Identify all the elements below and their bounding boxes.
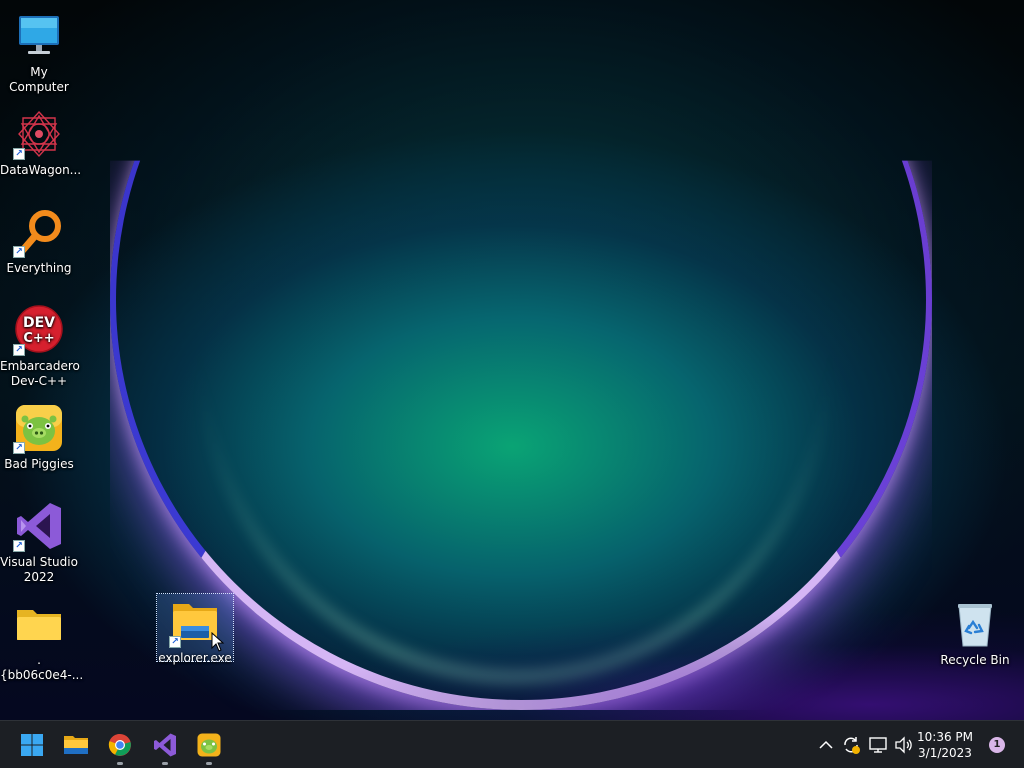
running-indicator [117,762,123,765]
taskbar-visual-studio[interactable] [145,725,185,765]
visual-studio-icon: ↗ [13,500,65,552]
desktop: My Computer ↗ DataWagon... ↗ Everything … [0,0,1024,720]
datawagon-icon: ↗ [13,108,65,160]
desktop-icon-folder[interactable]: .{bb06c0e4-... [0,592,84,683]
desktop-icon-explorer-exe[interactable]: ↗ explorer.exe [156,593,234,665]
sync-warning-icon [844,737,860,754]
desktop-icon-label: Everything [6,261,72,275]
clock-date: 3/1/2023 [918,746,972,760]
shortcut-arrow-icon: ↗ [169,636,181,648]
chevron-up-icon [819,740,833,749]
desktop-icon-bad-piggies[interactable]: ↗ Bad Piggies [0,396,78,472]
desktop-icon-everything[interactable]: ↗ Everything [0,200,78,276]
chrome-icon [108,733,131,756]
shortcut-arrow-icon: ↗ [13,540,25,552]
file-explorer-icon [64,736,88,754]
bad-piggies-icon: ↗ [13,402,65,454]
shortcut-arrow-icon: ↗ [13,442,25,454]
taskbar-chrome[interactable] [100,725,140,765]
notification-badge[interactable]: 1 [989,737,1005,753]
wallpaper-purple-glow [0,560,1024,720]
taskbar-bad-piggies[interactable] [189,725,229,765]
desktop-icon-devcpp[interactable]: DEV C++ ↗ Embarcadero Dev-C++ [0,298,80,389]
desktop-icon-label: My Computer [9,65,69,94]
folder-icon [13,598,65,650]
clock-time: 10:36 PM [917,730,973,744]
desktop-icon-visual-studio[interactable]: ↗ Visual Studio 2022 [0,494,78,585]
magnifier-icon: ↗ [13,206,65,258]
devcpp-icon: DEV C++ ↗ [13,304,65,356]
monitor-icon [13,10,65,62]
desktop-icon-datawagon[interactable]: ↗ DataWagon... [0,102,82,178]
svg-text:DEV: DEV [23,315,55,331]
network-icon [869,737,887,753]
mouse-cursor-icon [211,632,225,652]
desktop-icon-label: Embarcadero Dev-C++ [0,359,80,388]
desktop-icon-my-computer[interactable]: My Computer [0,4,78,95]
taskbar-clock[interactable]: 10:36 PM 3/1/2023 [910,729,980,761]
windows-start-icon [21,734,43,756]
desktop-icon-label: DataWagon... [0,163,82,177]
shortcut-arrow-icon: ↗ [13,246,25,258]
svg-text:C++: C++ [23,331,54,346]
recycle-bin-icon [949,598,1001,650]
bad-piggies-icon [197,733,221,757]
desktop-icon-label: Bad Piggies [4,457,74,471]
desktop-icon-label: .{bb06c0e4-... [0,653,84,682]
desktop-icon-label: explorer.exe [158,651,232,665]
show-hidden-icons-button[interactable] [816,721,836,768]
shortcut-arrow-icon: ↗ [13,148,25,160]
desktop-icon-label: Visual Studio 2022 [0,555,78,584]
running-indicator [206,762,212,765]
desktop-icon-recycle-bin[interactable]: Recycle Bin [936,592,1014,668]
shortcut-arrow-icon: ↗ [13,344,25,356]
desktop-icon-label: Recycle Bin [940,653,1010,667]
taskbar-file-explorer[interactable] [56,725,96,765]
network-button[interactable] [866,721,890,768]
start-button[interactable] [12,725,52,765]
sync-status-button[interactable] [840,721,862,768]
running-indicator [162,762,168,765]
taskbar: 10:36 PM 3/1/2023 1 [0,720,1024,768]
visual-studio-icon [154,733,176,757]
